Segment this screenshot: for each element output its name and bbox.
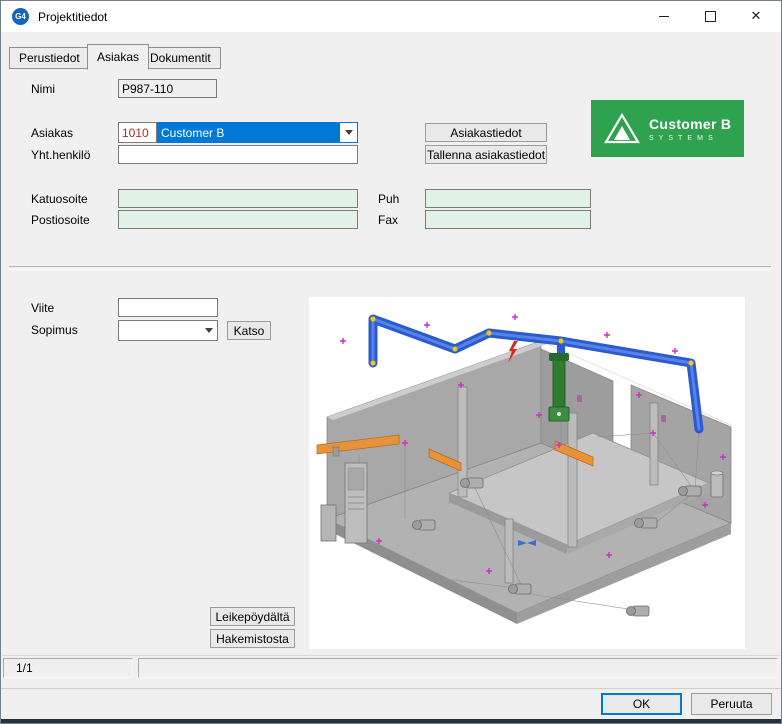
status-panel: [138, 658, 778, 678]
asiakas-combobox[interactable]: Customer B: [157, 122, 358, 143]
hakemistosta-button[interactable]: Hakemistosta: [210, 629, 295, 648]
maximize-icon: [705, 11, 716, 22]
logo-subtitle-text: S Y S T E M S: [649, 135, 731, 142]
maximize-button[interactable]: [689, 1, 731, 31]
sopimus-combobox[interactable]: [118, 320, 218, 341]
postiosoite-input[interactable]: [118, 210, 358, 229]
asiakas-code-field[interactable]: 1010: [118, 122, 157, 143]
katso-button[interactable]: Katso: [227, 321, 271, 340]
ok-button[interactable]: OK: [601, 693, 682, 715]
close-button[interactable]: ✕: [735, 1, 777, 31]
barrel: [711, 471, 723, 497]
chevron-down-icon[interactable]: [340, 123, 357, 142]
nimi-label: Nimi: [31, 82, 55, 96]
mountain-triangle-icon: [603, 113, 641, 145]
postiosoite-label: Postiosoite: [31, 213, 90, 227]
peruuta-button[interactable]: Peruuta: [691, 693, 772, 715]
arrow-glyph: [205, 328, 213, 333]
katuosoite-input[interactable]: [118, 189, 358, 208]
arrow-glyph: [345, 130, 353, 135]
tab-perustiedot[interactable]: Perustiedot: [9, 47, 90, 69]
close-icon: ✕: [751, 8, 762, 24]
chevron-down-icon[interactable]: [200, 321, 217, 340]
asiakas-selected-option: Customer B: [158, 123, 340, 142]
page-indicator: 1/1: [3, 658, 133, 678]
status-bar: 1/1: [2, 655, 780, 680]
tab-dokumentit[interactable]: Dokumentit: [140, 47, 221, 69]
viite-label: Viite: [31, 301, 54, 315]
katuosoite-label: Katuosoite: [31, 192, 88, 206]
yht-henkilo-label: Yht.henkilö: [31, 148, 90, 162]
tab-asiakas[interactable]: Asiakas: [87, 44, 149, 70]
window-title: Projektitiedot: [38, 10, 107, 24]
yht-henkilo-input[interactable]: [118, 145, 358, 164]
section-divider: [9, 266, 771, 270]
sopimus-selected-option: [119, 321, 200, 340]
puh-label: Puh: [378, 192, 399, 206]
footer-divider: [1, 688, 781, 689]
puh-input[interactable]: [425, 189, 591, 208]
nimi-input[interactable]: [118, 79, 217, 98]
viite-input[interactable]: [118, 298, 218, 317]
asiakas-label: Asiakas: [31, 126, 73, 140]
cad-preview-image: [309, 297, 745, 649]
window-bottom-edge: [1, 719, 781, 723]
tallenna-asiakastiedot-button[interactable]: Tallenna asiakastiedot: [425, 145, 547, 164]
sopimus-label: Sopimus: [31, 323, 78, 337]
app-icon: G4: [12, 8, 29, 25]
fax-input[interactable]: [425, 210, 591, 229]
minimize-button[interactable]: [643, 1, 685, 31]
minimize-icon: [659, 16, 669, 17]
logo-brand-text: Customer B: [649, 116, 731, 132]
project-dialog: G4 Projektitiedot ✕ Perustiedot Asiakas …: [0, 0, 782, 724]
title-bar[interactable]: G4 Projektitiedot ✕: [1, 1, 781, 32]
leikepoydalta-button[interactable]: Leikepöydältä: [210, 607, 295, 626]
asiakastiedot-button[interactable]: Asiakastiedot: [425, 123, 547, 142]
customer-logo: Customer B S Y S T E M S: [591, 100, 744, 157]
fax-label: Fax: [378, 213, 398, 227]
